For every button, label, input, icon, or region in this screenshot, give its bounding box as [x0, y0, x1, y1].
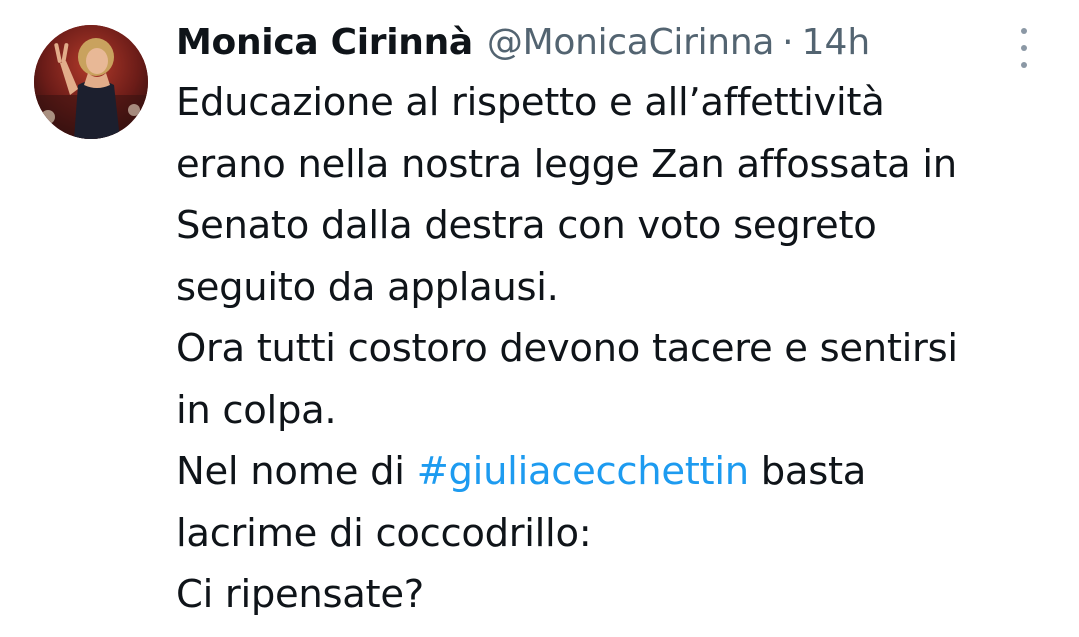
author-display-name[interactable]: Monica Cirinnà [176, 18, 473, 68]
tweet[interactable]: Monica Cirinnà @MonicaCirinna · 14h Educ… [0, 0, 1079, 637]
author-avatar[interactable] [34, 25, 148, 139]
tweet-text-line: lacrime di coccodrillo: [176, 510, 592, 556]
tweet-text-line: seguito da applausi. [176, 264, 559, 310]
tweet-text-line-hashtag: Nel nome di #giuliacecchettin basta [176, 441, 1056, 503]
hashtag-link[interactable]: #giuliacecchettin [417, 449, 750, 494]
tweet-text-line: Educazione al rispetto e all’affettività [176, 80, 885, 125]
author-handle[interactable]: @MonicaCirinna [487, 18, 775, 68]
tweet-timestamp[interactable]: 14h [802, 18, 871, 68]
tweet-text-line: Ora tutti costoro devono tacere e sentir… [176, 326, 958, 371]
text-before-hashtag: Nel nome di [176, 449, 417, 494]
tweet-text-line: in colpa. [176, 387, 337, 433]
tweet-text-line: Senato dalla destra con voto segreto [176, 203, 877, 248]
avatar-photo-icon [34, 25, 148, 139]
vertical-ellipsis-icon [1021, 28, 1027, 34]
tweet-text-line: erano nella nostra legge Zan affossata i… [176, 141, 957, 187]
more-options-button[interactable] [1014, 28, 1034, 68]
tweet-text: Educazione al rispetto e all’affettività… [176, 72, 1056, 626]
text-after-hashtag: basta [748, 449, 867, 494]
tweet-text-line: Ci ripensate? [176, 572, 424, 617]
tweet-header: Monica Cirinnà @MonicaCirinna · 14h [176, 18, 870, 68]
header-separator: · [782, 22, 794, 63]
